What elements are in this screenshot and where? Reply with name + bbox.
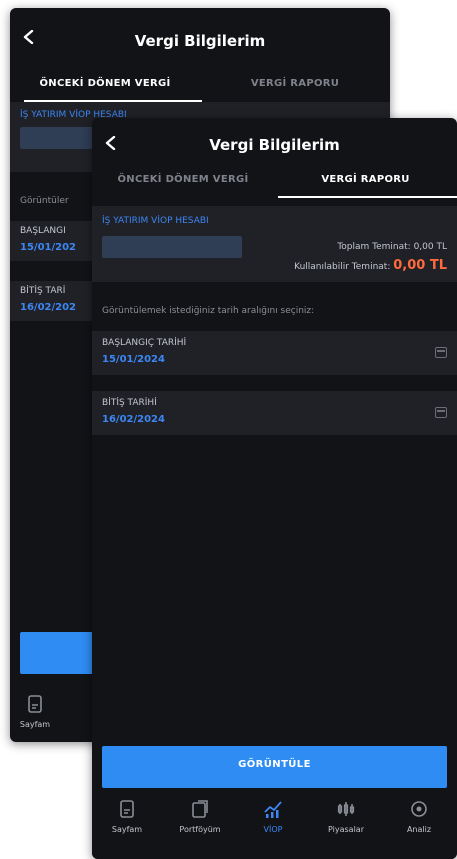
nav-label-portfolio: Portföyüm [179,825,221,834]
account-card: İŞ YATIRIM VİOP HESABI Toplam Teminat: 0… [92,206,457,282]
view-button-label: GÖRÜNTÜLE [238,759,311,770]
total-collateral-label: Toplam Teminat: [337,242,411,252]
active-tab-indicator [278,196,457,198]
tab-previous-tax[interactable]: ÖNCEKİ DÖNEM VERGİ [92,164,274,196]
bottom-nav: Sayfam Portföyüm VİOP Piyasalar Analiz [92,795,457,859]
nav-item-portfolio[interactable]: Portföyüm [165,799,235,834]
markets-icon [337,802,355,816]
tab-tax-report[interactable]: VERGİ RAPORU [200,68,390,100]
nav-item-analysis[interactable]: Analiz [384,799,454,834]
tab-previous-tax[interactable]: ÖNCEKİ DÖNEM VERGİ [10,68,200,100]
calendar-icon[interactable] [435,407,447,418]
usable-collateral: Kullanılabilir Teminat: 0,00 TL [294,258,447,273]
end-date-field[interactable]: BİTİŞ TARİHİ 16/02/2024 [92,391,457,435]
page-icon [120,800,134,818]
front-screen: Vergi Bilgilerim ÖNCEKİ DÖNEM VERGİ VERG… [92,118,457,859]
nav-label-viop: VİOP [263,825,283,834]
view-button[interactable]: GÖRÜNTÜLE [102,746,447,788]
tab-bar: ÖNCEKİ DÖNEM VERGİ VERGİ RAPORU [10,68,390,102]
page-title: Vergi Bilgilerim [134,32,266,50]
end-date-label: BİTİŞ TARİ [20,286,66,296]
total-collateral-value: 0,00 TL [413,242,447,252]
view-button[interactable] [20,632,100,674]
page-icon [28,695,42,713]
date-range-prompt: Görüntülemek istediğiniz tarih aralığını… [102,306,315,316]
page-title: Vergi Bilgilerim [209,136,340,154]
usable-collateral-value: 0,00 TL [393,258,447,273]
end-date-value: 16/02/202 [20,302,77,313]
nav-item-markets[interactable]: Piyasalar [311,799,381,834]
portfolio-icon [192,800,208,818]
start-date-label: BAŞLANGIÇ TARİHİ [102,338,187,348]
total-collateral: Toplam Teminat: 0,00 TL [337,242,447,252]
usable-collateral-label: Kullanılabilir Teminat: [294,262,391,272]
nav-item-sayfam[interactable]: Sayfam [92,799,162,834]
account-label: İŞ YATIRIM VİOP HESABI [102,216,209,226]
account-selector[interactable] [102,236,242,258]
start-date-label: BAŞLANGI [20,226,66,236]
start-date-value: 15/01/202 [20,242,77,253]
start-date-field[interactable]: BAŞLANGIÇ TARİHİ 15/01/2024 [92,331,457,375]
nav-item-sayfam[interactable]: Sayfam [10,694,60,729]
tab-tax-report[interactable]: VERGİ RAPORU [274,164,457,196]
nav-label-sayfam: Sayfam [19,720,51,729]
start-date-value: 15/01/2024 [102,354,165,365]
calendar-icon[interactable] [435,347,447,358]
nav-label-sayfam: Sayfam [111,825,143,834]
analysis-icon [411,801,427,817]
end-date-label: BİTİŞ TARİHİ [102,398,157,408]
date-range-prompt: Görüntüler [20,196,69,206]
tab-bar: ÖNCEKİ DÖNEM VERGİ VERGİ RAPORU [92,164,457,198]
end-date-value: 16/02/2024 [102,414,165,425]
nav-label-analysis: Analiz [406,825,432,834]
chart-icon [264,801,282,818]
nav-label-markets: Piyasalar [328,825,364,834]
nav-item-viop[interactable]: VİOP [238,799,308,834]
